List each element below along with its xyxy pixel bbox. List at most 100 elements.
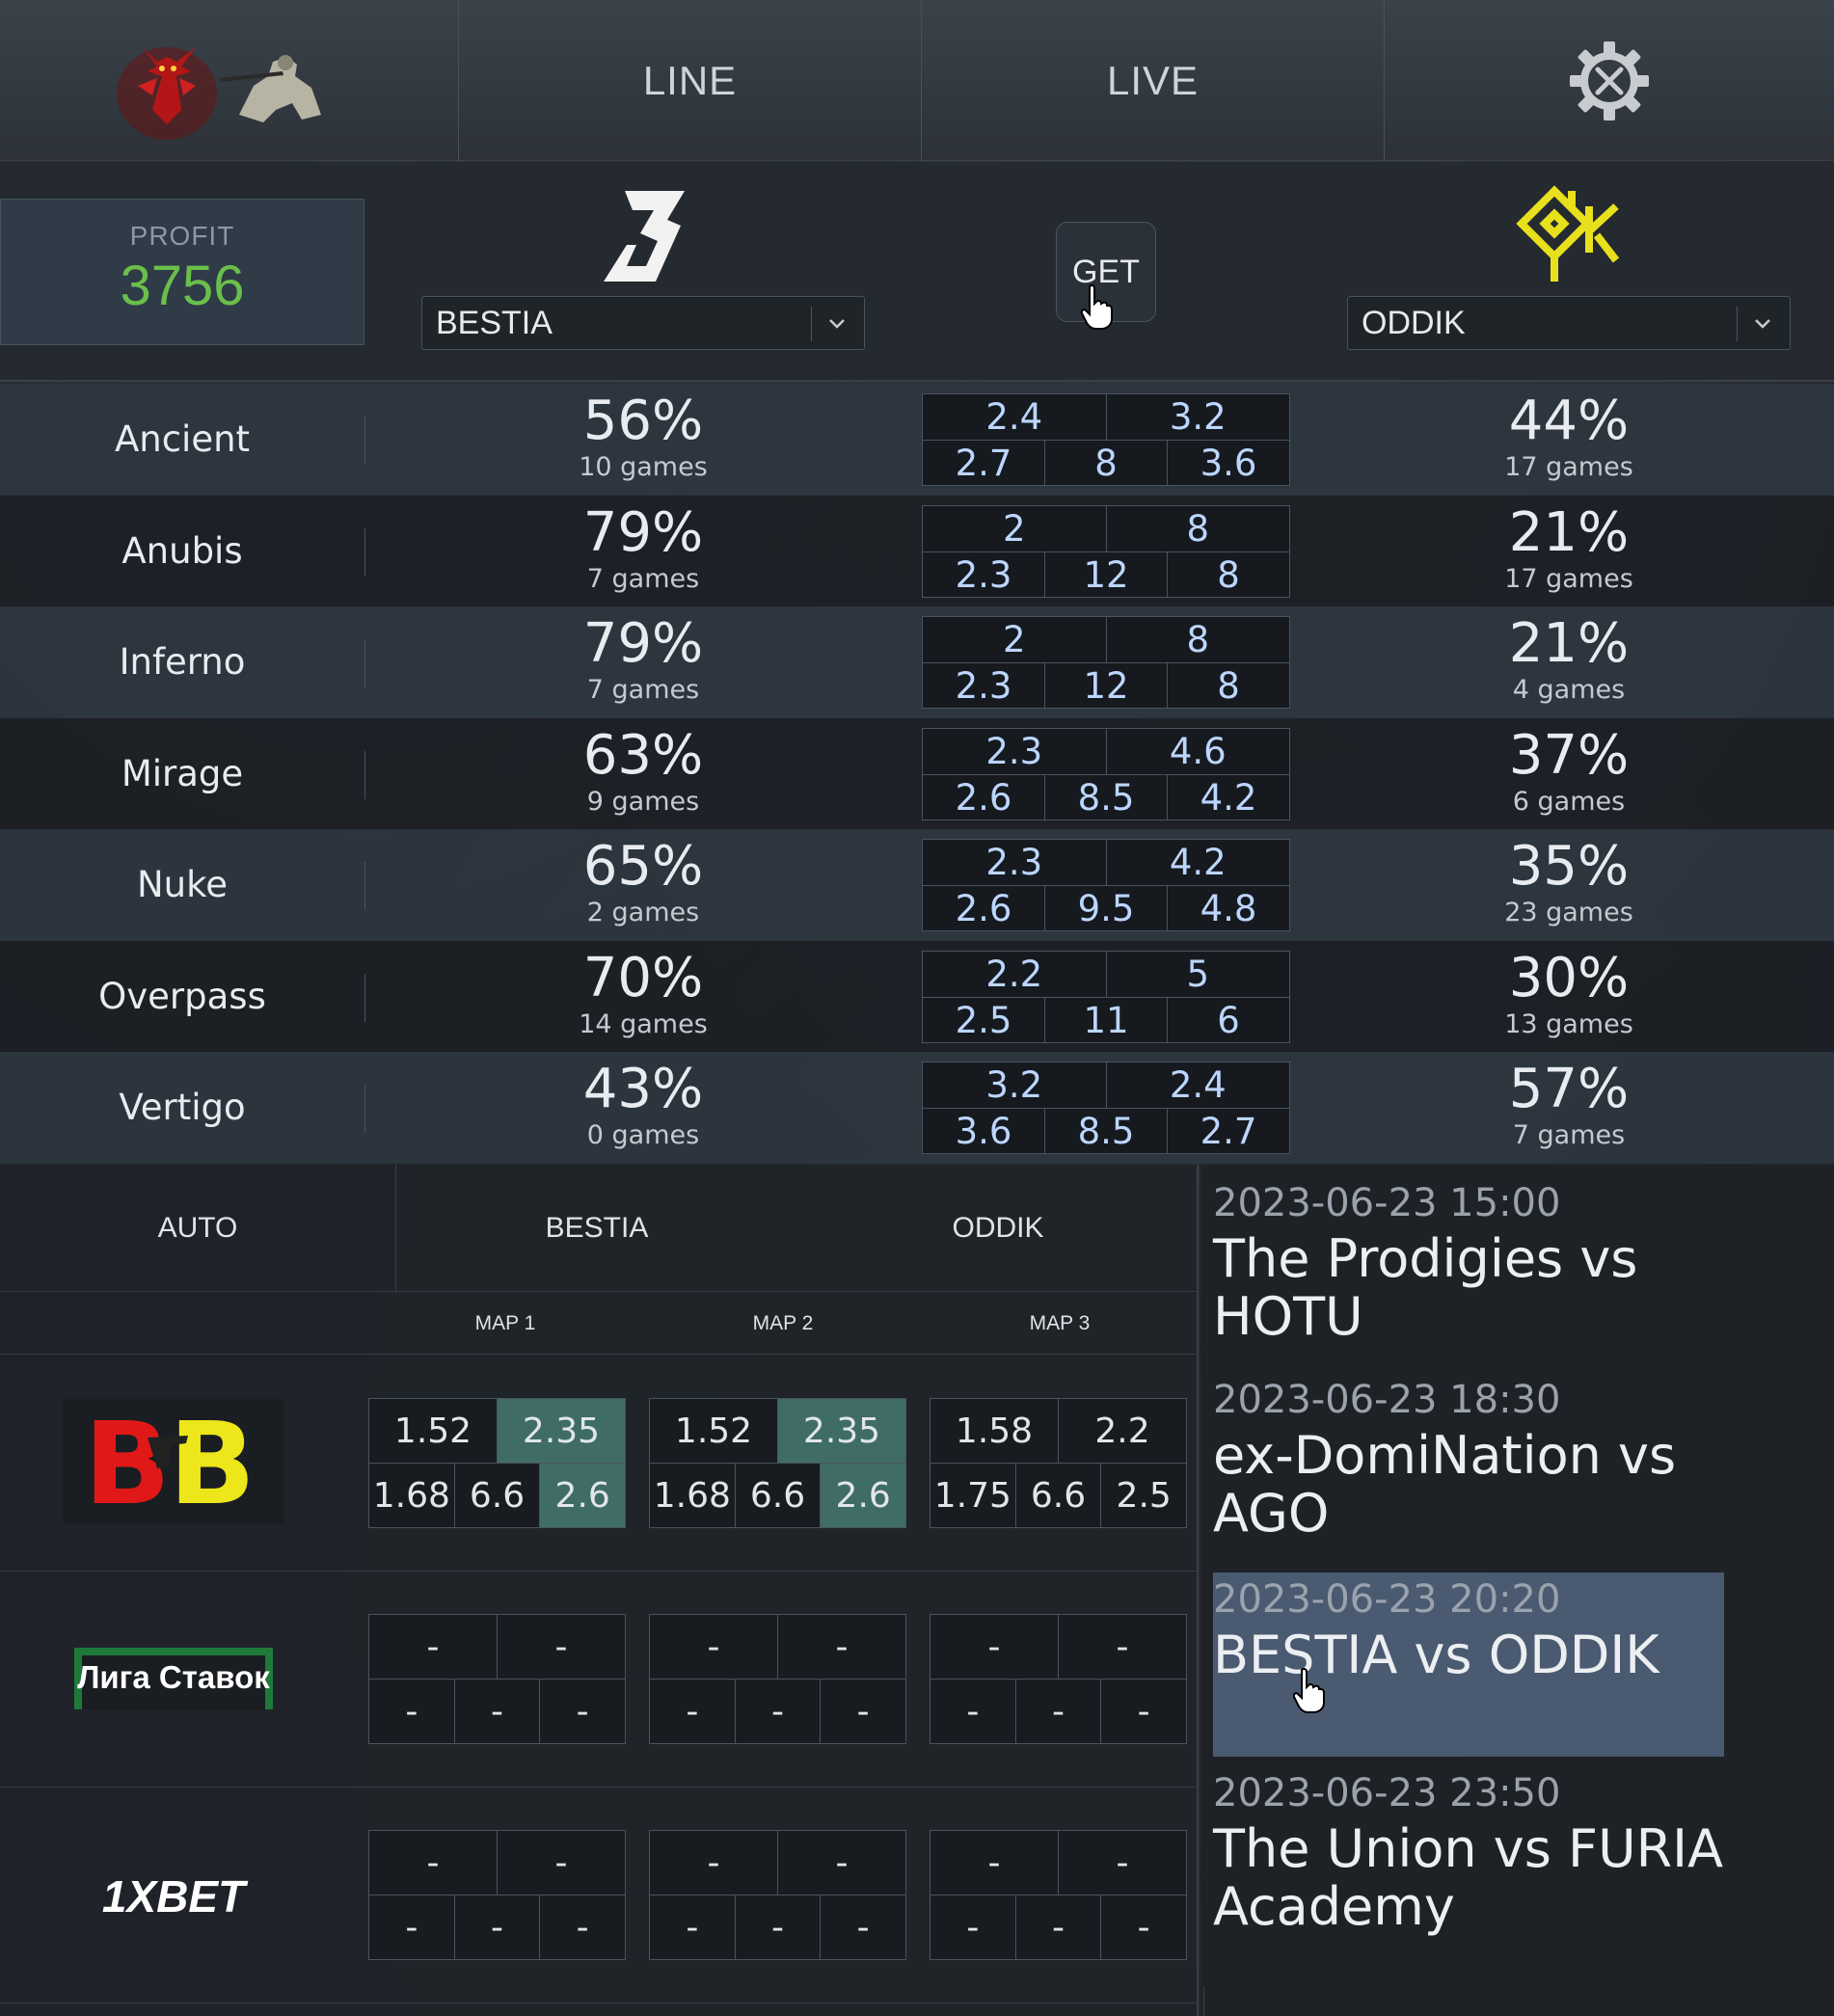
odds-cell[interactable]: 1.58	[930, 1399, 1059, 1463]
hand-cursor-icon	[1080, 284, 1113, 330]
bookmaker-map-odds: -----	[649, 1830, 906, 1960]
match-item-selected[interactable]: 2023-06-23 20:20 BESTIA vs ODDIK	[1213, 1572, 1724, 1757]
odds-cell[interactable]: -	[369, 1680, 454, 1743]
odds-cell[interactable]: -	[930, 1831, 1059, 1895]
odds-cell[interactable]: -	[820, 1895, 905, 1959]
odds-cell[interactable]: -	[930, 1680, 1015, 1743]
odds-cell[interactable]: -	[369, 1615, 498, 1679]
bookmaker-map-odds: -----	[930, 1830, 1187, 1960]
map-row: Vertigo 43% 0 games 3.2 2.4 3.6 8.5 2.7 57% 7 gam…	[0, 1052, 1834, 1164]
odds-cell[interactable]: 2.6	[539, 1464, 626, 1527]
match-title: BESTIA vs ODDIK	[1213, 1625, 1659, 1685]
odds-cell[interactable]: -	[1014, 1680, 1101, 1743]
match-date: 2023-06-23 20:20	[1213, 1577, 1561, 1622]
auto-button[interactable]: AUTO	[0, 1165, 396, 1291]
team1-winrate: 70%	[582, 946, 704, 1009]
odds-cell[interactable]: 1.52	[650, 1399, 778, 1463]
team1-winrate: 56%	[582, 390, 704, 452]
bookmaker-map-odds: -----	[368, 1830, 626, 1960]
app-root: LINE LIVE PROFIT 3756 BESTIA GET ODDIK A…	[0, 0, 1834, 2016]
odds-cell[interactable]: -	[539, 1680, 625, 1743]
odds-total: 9.5	[1044, 886, 1167, 931]
odds-cell[interactable]: 2.35	[778, 1399, 905, 1463]
auto-team1-label[interactable]: BESTIA	[396, 1165, 797, 1291]
map-odds: 2.2 5 2.5 11 6	[922, 950, 1290, 1043]
odds-cell[interactable]: -	[820, 1680, 905, 1743]
odds-cell[interactable]: -	[369, 1831, 498, 1895]
divider	[364, 639, 365, 687]
team1-select[interactable]: BESTIA	[421, 296, 865, 350]
odds-team2: 5	[1186, 953, 1210, 995]
tab-live[interactable]: LIVE	[922, 0, 1385, 161]
bookmaker-logo-cell[interactable]: Лига Ставок	[53, 1572, 294, 1787]
team1-winrate: 63%	[582, 723, 704, 787]
odds-cell[interactable]: -	[1014, 1895, 1101, 1959]
odds-cell[interactable]: 2.2	[1059, 1399, 1186, 1463]
app-logo[interactable]	[0, 0, 459, 161]
bookmaker-map-odds: -----	[368, 1614, 626, 1744]
tab-line[interactable]: LINE	[459, 0, 922, 161]
odds-cell[interactable]: 2.6	[820, 1464, 906, 1527]
odds-cell[interactable]: 1.68	[650, 1464, 735, 1527]
odds-cell[interactable]: -	[778, 1615, 905, 1679]
maps-table: Ancient 56% 10 games 2.4 3.2 2.7 8 3.6 44% 17 gam…	[0, 384, 1834, 1164]
team2-winrate: 44%	[1508, 390, 1630, 452]
odds-cell[interactable]: -	[369, 1895, 454, 1959]
map-odds: 2.4 3.2 2.7 8 3.6	[922, 393, 1290, 486]
odds-cell[interactable]: 2.35	[498, 1399, 625, 1463]
bookmaker-map-odds: -----	[649, 1614, 906, 1744]
odds-cell[interactable]: -	[930, 1615, 1059, 1679]
team2-logo	[1516, 185, 1622, 290]
odds-cell[interactable]: -	[1100, 1680, 1186, 1743]
odds-cell[interactable]: -	[453, 1895, 540, 1959]
map-odds: 2.3 4.2 2.6 9.5 4.8	[922, 839, 1290, 931]
bookmaker-logo-cell[interactable]: 1XBET	[53, 1788, 294, 2003]
team2-winrate: 21%	[1508, 612, 1630, 675]
odds-handicap2: 4.8	[1167, 886, 1289, 931]
odds-cell[interactable]: 6.6	[453, 1464, 540, 1527]
odds-cell[interactable]: -	[734, 1895, 821, 1959]
settings-button[interactable]	[1385, 0, 1834, 161]
odds-cell[interactable]: -	[1100, 1895, 1186, 1959]
odds-cell[interactable]: -	[930, 1895, 1015, 1959]
odds-cell[interactable]: 1.75	[930, 1464, 1015, 1527]
odds-handicap2: 8	[1167, 551, 1289, 598]
map-row: Anubis 79% 7 games 2 8 2.3 12 8 21% 17 games	[0, 495, 1834, 607]
map-odds: 2 8 2.3 12 8	[922, 504, 1290, 598]
odds-cell[interactable]: -	[650, 1615, 778, 1679]
odds-cell[interactable]: -	[498, 1831, 625, 1895]
odds-cell[interactable]: -	[1059, 1615, 1186, 1679]
odds-team2: 2.4	[1169, 1064, 1227, 1106]
odds-cell[interactable]: 2.5	[1100, 1464, 1186, 1527]
map-row: Overpass 70% 14 games 2.2 5 2.5 11 6 30% 13 games	[0, 940, 1834, 1052]
bookmaker-name: Лига Ставок	[77, 1658, 270, 1695]
map-headers: MAP 1 MAP 2 MAP 3	[0, 1293, 1199, 1355]
odds-cell[interactable]: -	[650, 1831, 778, 1895]
odds-cell[interactable]: -	[778, 1831, 905, 1895]
odds-cell[interactable]: 6.6	[734, 1464, 821, 1527]
odds-cell[interactable]: 1.52	[369, 1399, 498, 1463]
auto-team2-label[interactable]: ODDIK	[797, 1165, 1199, 1291]
odds-cell[interactable]: 1.68	[369, 1464, 454, 1527]
top-nav: LINE LIVE	[0, 0, 1834, 161]
team2-winrate: 37%	[1508, 723, 1630, 787]
match-item[interactable]: 2023-06-23 18:30 ex-DomiNation vs AGO	[1213, 1373, 1724, 1543]
match-item[interactable]: 2023-06-23 23:50 The Union vs FURIA Acad…	[1213, 1766, 1724, 1936]
team1-stats: 79% 7 games	[499, 496, 788, 607]
match-item[interactable]: 2023-06-23 15:00 The Prodigies vs HOTU	[1213, 1176, 1724, 1346]
odds-cell[interactable]: -	[734, 1680, 821, 1743]
bookmaker-logo-cell[interactable]: BB	[53, 1356, 294, 1571]
auto-bar: AUTO BESTIA ODDIK	[0, 1165, 1199, 1292]
odds-cell[interactable]: 6.6	[1014, 1464, 1101, 1527]
odds-cell[interactable]: -	[1059, 1831, 1186, 1895]
odds-cell[interactable]: -	[539, 1895, 625, 1959]
match-date: 2023-06-23 23:50	[1213, 1771, 1561, 1815]
odds-cell[interactable]: -	[650, 1895, 735, 1959]
odds-cell[interactable]: -	[453, 1680, 540, 1743]
map-row: Nuke 65% 2 games 2.3 4.2 2.6 9.5 4.8 35% 23 games	[0, 829, 1834, 941]
odds-handicap1: 2.7	[955, 443, 1012, 484]
match-title: The Prodigies vs HOTU	[1213, 1228, 1638, 1347]
odds-cell[interactable]: -	[498, 1615, 625, 1679]
odds-cell[interactable]: -	[650, 1680, 735, 1743]
team2-select[interactable]: ODDIK	[1347, 296, 1791, 350]
